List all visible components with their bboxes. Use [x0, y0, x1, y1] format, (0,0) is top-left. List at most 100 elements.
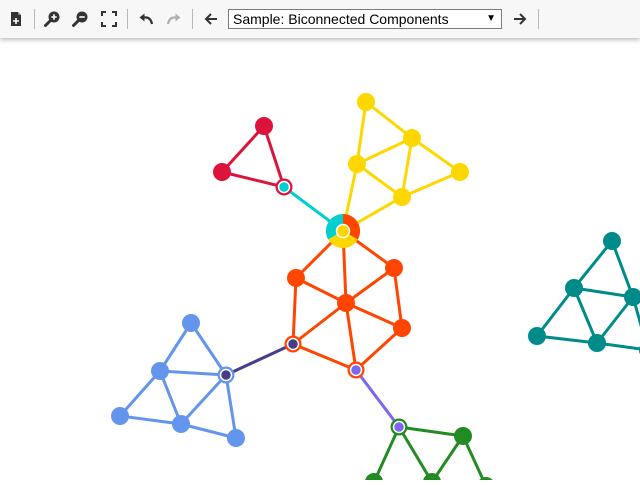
- graph-node[interactable]: [451, 163, 469, 181]
- graph-edge[interactable]: [400, 170, 462, 199]
- graph-edge[interactable]: [572, 239, 614, 290]
- graph-edge[interactable]: [355, 100, 368, 166]
- graph-edge[interactable]: [535, 286, 576, 338]
- graph-node[interactable]: [385, 259, 403, 277]
- fit-content-icon: [101, 11, 117, 27]
- next-sample-icon: [514, 13, 527, 25]
- graph-edge[interactable]: [372, 425, 401, 484]
- graph-node[interactable]: [528, 327, 546, 345]
- redo-button[interactable]: [162, 7, 186, 31]
- node-circle: [213, 163, 231, 181]
- graph-node[interactable]: [347, 361, 365, 379]
- graph-node[interactable]: [603, 232, 621, 250]
- graph-node[interactable]: [325, 213, 361, 249]
- node-circle: [357, 93, 375, 111]
- next-sample-button[interactable]: [508, 7, 532, 31]
- hub-center: [335, 223, 351, 239]
- node-circle: [255, 117, 273, 135]
- node-circle: [565, 279, 583, 297]
- graph-edge[interactable]: [189, 321, 228, 377]
- node-circle: [528, 327, 546, 345]
- graph-node[interactable]: [151, 362, 169, 380]
- node-circle: [172, 415, 190, 433]
- new-document-button[interactable]: [4, 7, 28, 31]
- node-circle: [348, 155, 366, 173]
- graph-node[interactable]: [227, 429, 245, 447]
- graph-edge[interactable]: [291, 342, 358, 372]
- graph-edge[interactable]: [158, 369, 228, 377]
- graph-node[interactable]: [275, 178, 293, 196]
- node-circle: [588, 334, 606, 352]
- graph-edge[interactable]: [220, 170, 286, 189]
- graph-edge[interactable]: [397, 425, 465, 438]
- graph-node[interactable]: [284, 335, 302, 353]
- node-circle: [227, 429, 245, 447]
- sample-select-value: Sample: Biconnected Components: [233, 11, 449, 27]
- node-circle: [393, 319, 411, 337]
- previous-sample-button[interactable]: [199, 7, 223, 31]
- node-circle: [365, 473, 383, 485]
- graph-node[interactable]: [365, 473, 383, 485]
- graph-edge[interactable]: [224, 373, 238, 440]
- graph-node[interactable]: [390, 418, 408, 436]
- toolbar-separator: [127, 9, 128, 29]
- node-circle: [287, 269, 305, 287]
- zoom-in-button[interactable]: [41, 7, 65, 31]
- graph-edge[interactable]: [535, 334, 599, 345]
- node-circle: [393, 188, 411, 206]
- undo-button[interactable]: [134, 7, 158, 31]
- graph-edge[interactable]: [291, 301, 348, 346]
- node-inner: [277, 180, 291, 194]
- graph-edge[interactable]: [262, 124, 286, 189]
- node-circle: [603, 232, 621, 250]
- edges-layer: [118, 100, 640, 485]
- node-circle: [151, 362, 169, 380]
- node-circle: [451, 163, 469, 181]
- node-circle: [337, 294, 355, 312]
- graph-node[interactable]: [393, 319, 411, 337]
- zoom-out-button[interactable]: [69, 7, 93, 31]
- graph-edge[interactable]: [354, 326, 404, 372]
- node-inner: [349, 363, 363, 377]
- graph-edge[interactable]: [118, 414, 183, 426]
- graph-node[interactable]: [588, 334, 606, 352]
- graph-node[interactable]: [172, 415, 190, 433]
- graph-node[interactable]: [357, 93, 375, 111]
- node-inner: [219, 368, 233, 382]
- undo-icon: [139, 13, 154, 25]
- graph-edge[interactable]: [355, 136, 414, 166]
- graph-svg[interactable]: [0, 38, 640, 485]
- fit-content-button[interactable]: [97, 7, 121, 31]
- graph-edge[interactable]: [392, 266, 404, 330]
- graph-node[interactable]: [111, 407, 129, 425]
- graph-node[interactable]: [454, 427, 472, 445]
- toolbar-separator: [34, 9, 35, 29]
- graph-node[interactable]: [255, 117, 273, 135]
- graph-edge[interactable]: [354, 368, 401, 429]
- graph-edge[interactable]: [179, 373, 228, 426]
- graph-node[interactable]: [213, 163, 231, 181]
- graph-edge[interactable]: [397, 425, 434, 484]
- node-circle: [385, 259, 403, 277]
- node-circle: [403, 129, 421, 147]
- sample-select[interactable]: Sample: Biconnected Components ▼: [228, 9, 502, 29]
- graph-node[interactable]: [565, 279, 583, 297]
- graph-node[interactable]: [403, 129, 421, 147]
- toolbar-separator: [538, 9, 539, 29]
- graph-node[interactable]: [337, 294, 355, 312]
- graph-canvas[interactable]: [0, 38, 640, 485]
- graph-node[interactable]: [182, 314, 200, 332]
- redo-icon: [166, 13, 181, 25]
- graph-node[interactable]: [287, 269, 305, 287]
- toolbar-separator: [192, 9, 193, 29]
- toolbar: Sample: Biconnected Components ▼: [0, 0, 640, 38]
- graph-node[interactable]: [217, 366, 235, 384]
- graph-edge[interactable]: [220, 124, 266, 174]
- graph-edge[interactable]: [344, 301, 358, 372]
- graph-node[interactable]: [348, 155, 366, 173]
- graph-edge[interactable]: [291, 276, 298, 346]
- graph-edge[interactable]: [118, 369, 162, 418]
- graph-edge[interactable]: [224, 342, 295, 377]
- graph-edge[interactable]: [344, 301, 404, 330]
- graph-node[interactable]: [393, 188, 411, 206]
